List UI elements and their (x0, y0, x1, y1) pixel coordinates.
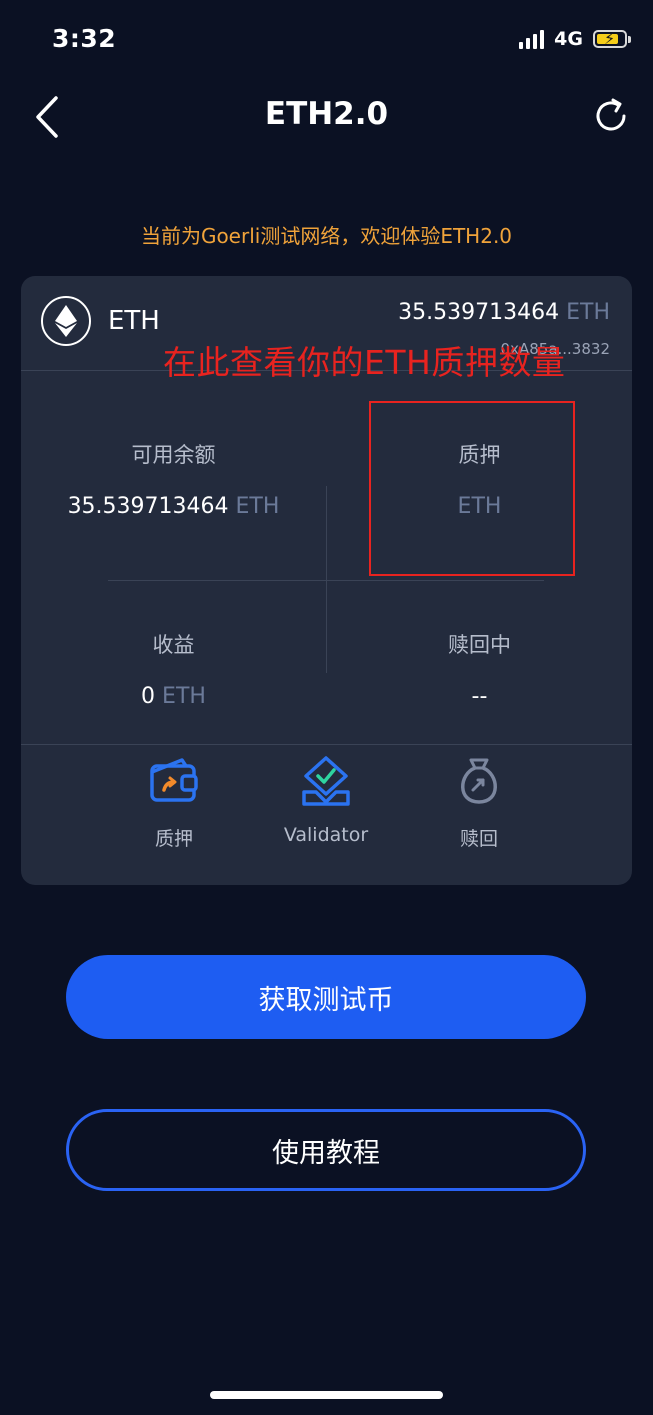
stake-action-button[interactable]: 质押 (94, 754, 254, 851)
battery-icon: ⚡ (593, 29, 631, 48)
validator-icon (302, 756, 350, 806)
redeeming-value: -- (327, 684, 632, 709)
validator-action-label: Validator (283, 824, 369, 846)
asset-name: ETH (108, 306, 160, 336)
asset-balance: 35.539713464 ETH (398, 300, 610, 325)
money-bag-icon (461, 758, 497, 804)
earnings-value: 0 ETH (21, 684, 326, 709)
redeem-action-label: 赎回 (459, 828, 498, 850)
asset-balance-amount: 35.539713464 (398, 300, 560, 325)
network-notice: 当前为Goerli测试网络，欢迎体验ETH2.0 (140, 224, 513, 248)
earnings-amount: 0 (141, 684, 156, 709)
annotation-text: 在此查看你的ETH质押数量 (163, 343, 566, 382)
grid-divider-horizontal (108, 580, 544, 581)
annotation-highlight-box (369, 401, 575, 576)
refresh-button[interactable] (591, 96, 631, 136)
available-balance-label: 可用余额 (131, 443, 216, 467)
status-bar: 3:32 4G ⚡ (0, 0, 653, 80)
eth-logo-icon (41, 296, 91, 346)
available-balance-value: 35.539713464 ETH (21, 494, 326, 519)
available-balance-unit: ETH (235, 494, 280, 519)
get-test-coin-button[interactable]: 获取测试币 (66, 955, 586, 1039)
earnings-label: 收益 (152, 633, 195, 657)
actions-divider (21, 744, 632, 745)
earnings-unit: ETH (162, 684, 206, 709)
validator-action-button[interactable]: Validator (246, 754, 406, 846)
status-indicators: 4G ⚡ (519, 28, 631, 50)
stake-action-label: 质押 (154, 828, 193, 850)
asset-balance-unit: ETH (566, 300, 610, 325)
available-balance-amount: 35.539713464 (67, 494, 229, 519)
refresh-icon (596, 98, 626, 131)
wallet-icon (150, 758, 198, 802)
redeeming-amount: -- (471, 684, 488, 709)
status-time: 3:32 (52, 24, 117, 53)
redeem-action-button[interactable]: 赎回 (399, 754, 559, 851)
nav-bar: ETH2.0 (0, 88, 653, 148)
page-title: ETH2.0 (264, 96, 389, 132)
tutorial-button[interactable]: 使用教程 (66, 1109, 586, 1191)
redeeming-label: 赎回中 (448, 633, 511, 657)
network-type: 4G (554, 28, 583, 50)
signal-icon (519, 29, 545, 49)
home-indicator (210, 1391, 443, 1399)
